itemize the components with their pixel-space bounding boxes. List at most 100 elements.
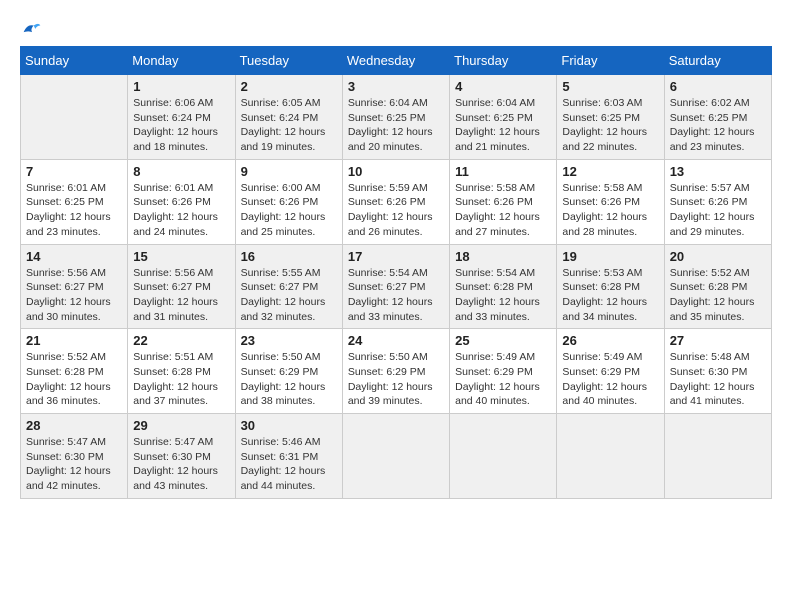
day-info: Sunrise: 5:49 AMSunset: 6:29 PMDaylight:… [455, 350, 551, 409]
calendar-header-row: SundayMondayTuesdayWednesdayThursdayFrid… [21, 47, 772, 75]
day-number: 27 [670, 333, 766, 348]
calendar-cell: 29 Sunrise: 5:47 AMSunset: 6:30 PMDayligh… [128, 414, 235, 499]
day-number: 7 [26, 164, 122, 179]
day-info: Sunrise: 5:58 AMSunset: 6:26 PMDaylight:… [562, 181, 658, 240]
calendar-cell: 7 Sunrise: 6:01 AMSunset: 6:25 PMDaylight… [21, 159, 128, 244]
day-info: Sunrise: 6:04 AMSunset: 6:25 PMDaylight:… [455, 96, 551, 155]
col-header-friday: Friday [557, 47, 664, 75]
calendar-cell: 6 Sunrise: 6:02 AMSunset: 6:25 PMDaylight… [664, 75, 771, 160]
calendar-cell: 21 Sunrise: 5:52 AMSunset: 6:28 PMDayligh… [21, 329, 128, 414]
calendar-cell: 20 Sunrise: 5:52 AMSunset: 6:28 PMDayligh… [664, 244, 771, 329]
col-header-sunday: Sunday [21, 47, 128, 75]
calendar-cell: 18 Sunrise: 5:54 AMSunset: 6:28 PMDayligh… [450, 244, 557, 329]
day-number: 4 [455, 79, 551, 94]
calendar-week-row: 28 Sunrise: 5:47 AMSunset: 6:30 PMDayligh… [21, 414, 772, 499]
calendar-table: SundayMondayTuesdayWednesdayThursdayFrid… [20, 46, 772, 499]
day-info: Sunrise: 6:03 AMSunset: 6:25 PMDaylight:… [562, 96, 658, 155]
calendar-cell: 17Sunrise: 5:54 AMSunset: 6:27 PMDayligh… [342, 244, 449, 329]
day-number: 9 [241, 164, 337, 179]
day-info: Sunrise: 5:56 AMSunset: 6:27 PMDaylight:… [26, 266, 122, 325]
calendar-cell: 3 Sunrise: 6:04 AMSunset: 6:25 PMDaylight… [342, 75, 449, 160]
calendar-cell: 16 Sunrise: 5:55 AMSunset: 6:27 PMDayligh… [235, 244, 342, 329]
day-info: Sunrise: 6:04 AMSunset: 6:25 PMDaylight:… [348, 96, 444, 155]
day-number: 8 [133, 164, 229, 179]
calendar-cell [557, 414, 664, 499]
day-number: 22 [133, 333, 229, 348]
day-info: Sunrise: 5:56 AMSunset: 6:27 PMDaylight:… [133, 266, 229, 325]
day-info: Sunrise: 5:57 AMSunset: 6:26 PMDaylight:… [670, 181, 766, 240]
col-header-tuesday: Tuesday [235, 47, 342, 75]
calendar-cell: 25 Sunrise: 5:49 AMSunset: 6:29 PMDayligh… [450, 329, 557, 414]
col-header-monday: Monday [128, 47, 235, 75]
day-number: 28 [26, 418, 122, 433]
calendar-cell [21, 75, 128, 160]
day-info: Sunrise: 5:46 AMSunset: 6:31 PMDaylight:… [241, 435, 337, 494]
day-number: 24 [348, 333, 444, 348]
day-info: Sunrise: 5:55 AMSunset: 6:27 PMDaylight:… [241, 266, 337, 325]
day-info: Sunrise: 5:52 AMSunset: 6:28 PMDaylight:… [26, 350, 122, 409]
day-info: Sunrise: 5:59 AMSunset: 6:26 PMDaylight:… [348, 181, 444, 240]
calendar-cell: 1 Sunrise: 6:06 AMSunset: 6:24 PMDaylight… [128, 75, 235, 160]
page-header [20, 20, 772, 36]
day-number: 16 [241, 249, 337, 264]
day-number: 29 [133, 418, 229, 433]
day-number: 20 [670, 249, 766, 264]
calendar-cell: 8 Sunrise: 6:01 AMSunset: 6:26 PMDaylight… [128, 159, 235, 244]
logo-bird-icon [22, 20, 42, 36]
day-number: 17 [348, 249, 444, 264]
day-number: 19 [562, 249, 658, 264]
calendar-cell: 11Sunrise: 5:58 AMSunset: 6:26 PMDayligh… [450, 159, 557, 244]
calendar-cell: 5 Sunrise: 6:03 AMSunset: 6:25 PMDaylight… [557, 75, 664, 160]
day-info: Sunrise: 6:02 AMSunset: 6:25 PMDaylight:… [670, 96, 766, 155]
day-number: 25 [455, 333, 551, 348]
day-info: Sunrise: 6:05 AMSunset: 6:24 PMDaylight:… [241, 96, 337, 155]
calendar-week-row: 1 Sunrise: 6:06 AMSunset: 6:24 PMDaylight… [21, 75, 772, 160]
day-info: Sunrise: 5:47 AMSunset: 6:30 PMDaylight:… [26, 435, 122, 494]
calendar-cell: 2 Sunrise: 6:05 AMSunset: 6:24 PMDaylight… [235, 75, 342, 160]
day-number: 15 [133, 249, 229, 264]
day-info: Sunrise: 6:00 AMSunset: 6:26 PMDaylight:… [241, 181, 337, 240]
calendar-cell [450, 414, 557, 499]
day-info: Sunrise: 5:48 AMSunset: 6:30 PMDaylight:… [670, 350, 766, 409]
day-info: Sunrise: 6:01 AMSunset: 6:26 PMDaylight:… [133, 181, 229, 240]
calendar-cell: 24 Sunrise: 5:50 AMSunset: 6:29 PMDayligh… [342, 329, 449, 414]
day-info: Sunrise: 5:50 AMSunset: 6:29 PMDaylight:… [348, 350, 444, 409]
calendar-cell: 15 Sunrise: 5:56 AMSunset: 6:27 PMDayligh… [128, 244, 235, 329]
day-number: 11 [455, 164, 551, 179]
col-header-thursday: Thursday [450, 47, 557, 75]
day-info: Sunrise: 5:50 AMSunset: 6:29 PMDaylight:… [241, 350, 337, 409]
day-number: 14 [26, 249, 122, 264]
col-header-saturday: Saturday [664, 47, 771, 75]
day-number: 21 [26, 333, 122, 348]
day-number: 2 [241, 79, 337, 94]
day-number: 6 [670, 79, 766, 94]
col-header-wednesday: Wednesday [342, 47, 449, 75]
calendar-week-row: 21 Sunrise: 5:52 AMSunset: 6:28 PMDayligh… [21, 329, 772, 414]
calendar-cell: 14 Sunrise: 5:56 AMSunset: 6:27 PMDayligh… [21, 244, 128, 329]
day-info: Sunrise: 5:52 AMSunset: 6:28 PMDaylight:… [670, 266, 766, 325]
day-info: Sunrise: 6:06 AMSunset: 6:24 PMDaylight:… [133, 96, 229, 155]
day-info: Sunrise: 5:51 AMSunset: 6:28 PMDaylight:… [133, 350, 229, 409]
calendar-cell: 27 Sunrise: 5:48 AMSunset: 6:30 PMDayligh… [664, 329, 771, 414]
day-number: 18 [455, 249, 551, 264]
day-info: Sunrise: 5:47 AMSunset: 6:30 PMDaylight:… [133, 435, 229, 494]
day-number: 5 [562, 79, 658, 94]
day-number: 23 [241, 333, 337, 348]
day-info: Sunrise: 5:54 AMSunset: 6:28 PMDaylight:… [455, 266, 551, 325]
calendar-cell [664, 414, 771, 499]
day-info: Sunrise: 6:01 AMSunset: 6:25 PMDaylight:… [26, 181, 122, 240]
calendar-cell [342, 414, 449, 499]
day-number: 3 [348, 79, 444, 94]
calendar-week-row: 7 Sunrise: 6:01 AMSunset: 6:25 PMDaylight… [21, 159, 772, 244]
day-number: 10 [348, 164, 444, 179]
day-number: 13 [670, 164, 766, 179]
calendar-cell: 22 Sunrise: 5:51 AMSunset: 6:28 PMDayligh… [128, 329, 235, 414]
calendar-cell: 30Sunrise: 5:46 AMSunset: 6:31 PMDayligh… [235, 414, 342, 499]
calendar-cell: 23 Sunrise: 5:50 AMSunset: 6:29 PMDayligh… [235, 329, 342, 414]
day-number: 1 [133, 79, 229, 94]
calendar-cell: 19 Sunrise: 5:53 AMSunset: 6:28 PMDayligh… [557, 244, 664, 329]
day-number: 26 [562, 333, 658, 348]
day-info: Sunrise: 5:53 AMSunset: 6:28 PMDaylight:… [562, 266, 658, 325]
day-number: 12 [562, 164, 658, 179]
calendar-week-row: 14 Sunrise: 5:56 AMSunset: 6:27 PMDayligh… [21, 244, 772, 329]
